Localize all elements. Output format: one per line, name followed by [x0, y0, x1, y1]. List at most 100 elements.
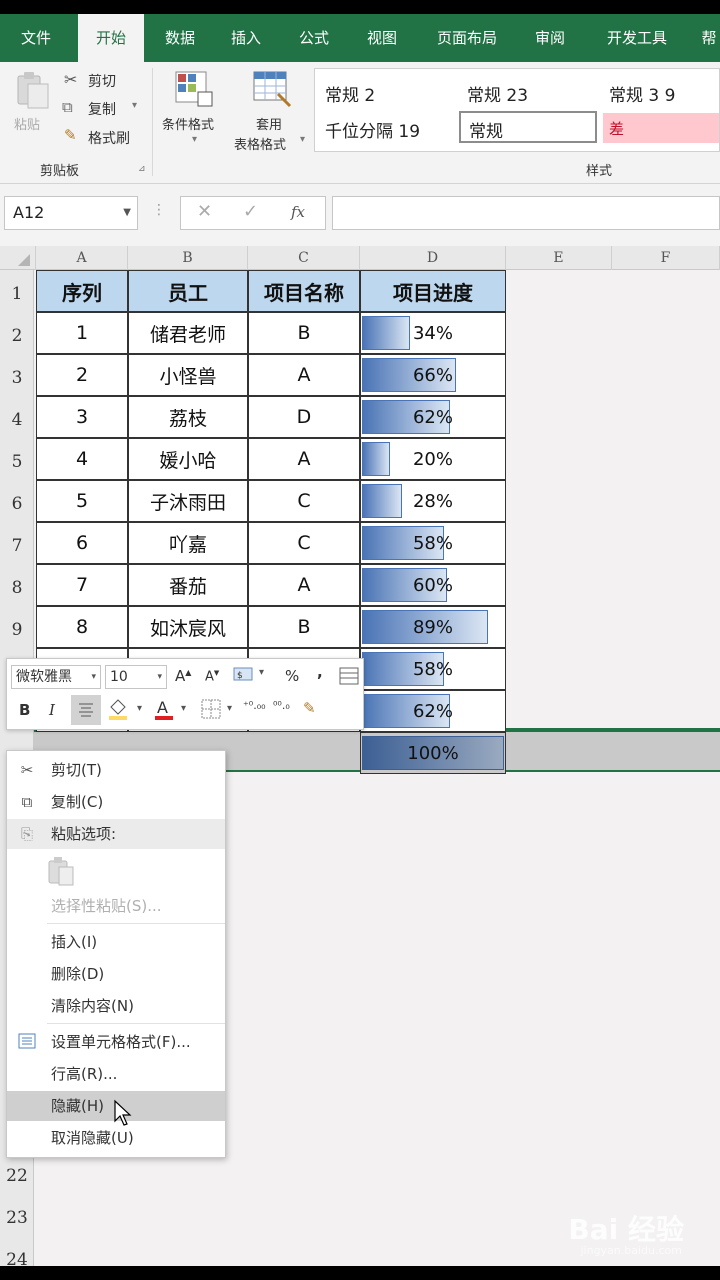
more-options-icon[interactable]: ⋮ — [152, 202, 166, 218]
cell-project[interactable]: B — [248, 606, 360, 648]
increase-decimal-icon[interactable]: ⁺⁰.₀₀ — [243, 699, 266, 712]
chevron-down-icon[interactable]: ▾ — [192, 134, 197, 145]
header-seq[interactable]: 序列 — [36, 270, 128, 312]
cell-progress[interactable]: 60% — [360, 564, 506, 606]
chevron-down-icon[interactable]: ▾ — [137, 703, 142, 714]
menu-item-copy[interactable]: ⧉ 复制(C) — [7, 787, 225, 817]
menu-item-row-height[interactable]: 行高(R)... — [7, 1059, 225, 1089]
cut-icon[interactable]: ✂ — [64, 70, 77, 89]
cell-progress[interactable]: 20% — [360, 438, 506, 480]
tab-review[interactable]: 审阅 — [522, 14, 578, 62]
tab-view[interactable]: 视图 — [354, 14, 410, 62]
conditional-format-icon[interactable] — [174, 68, 214, 108]
cell-seq[interactable]: 8 — [36, 606, 128, 648]
cell-seq[interactable]: 3 — [36, 396, 128, 438]
menu-item-insert[interactable]: 插入(I) — [7, 927, 225, 957]
format-table-icon[interactable] — [339, 667, 359, 689]
cut-button[interactable]: 剪切 — [88, 71, 116, 91]
cell-project[interactable]: A — [248, 438, 360, 480]
cell-progress[interactable]: 58% — [360, 648, 506, 690]
cell-progress[interactable]: 62% — [360, 396, 506, 438]
percent-button[interactable]: % — [285, 667, 299, 685]
menu-item-clear[interactable]: 清除内容(N) — [7, 991, 225, 1021]
chevron-down-icon[interactable]: ▼ — [123, 197, 131, 229]
cell-project[interactable]: B — [248, 312, 360, 354]
cell-total-progress[interactable]: 100% — [360, 732, 506, 774]
style-normal-2[interactable]: 常规 2 — [325, 81, 375, 106]
cell-employee[interactable]: 媛小哈 — [128, 438, 248, 480]
cell-project[interactable]: D — [248, 396, 360, 438]
number-format-icon[interactable]: $ — [233, 665, 257, 689]
style-normal-selected[interactable]: 常规 — [459, 111, 597, 143]
comma-button[interactable]: , — [317, 663, 323, 681]
cell-project[interactable]: C — [248, 480, 360, 522]
row-header[interactable]: 24 — [0, 1250, 34, 1270]
cancel-icon[interactable]: ✕ — [197, 201, 212, 222]
cell-seq[interactable]: 7 — [36, 564, 128, 606]
cell-seq[interactable]: 6 — [36, 522, 128, 564]
cell-seq[interactable]: 2 — [36, 354, 128, 396]
style-comma-19[interactable]: 千位分隔 19 — [325, 117, 420, 142]
menu-item-delete[interactable]: 删除(D) — [7, 959, 225, 989]
menu-item-format-cells[interactable]: 设置单元格格式(F)... — [7, 1027, 225, 1057]
paste-clipboard-icon[interactable] — [47, 855, 77, 889]
cell-employee[interactable]: 荔枝 — [128, 396, 248, 438]
cell-employee[interactable]: 子沐雨田 — [128, 480, 248, 522]
chevron-down-icon[interactable]: ▾ — [181, 703, 186, 714]
chevron-down-icon[interactable]: ▾ — [227, 703, 232, 714]
dialog-launcher-icon[interactable]: ⊿ — [138, 164, 146, 174]
increase-font-icon[interactable]: A▲ — [175, 667, 191, 685]
chevron-down-icon[interactable]: ▾ — [132, 100, 137, 111]
tab-formulas[interactable]: 公式 — [286, 14, 342, 62]
fill-color-icon[interactable] — [107, 697, 129, 725]
tab-page-layout[interactable]: 页面布局 — [422, 14, 512, 62]
header-project[interactable]: 项目名称 — [248, 270, 360, 312]
chevron-down-icon[interactable]: ▾ — [300, 134, 305, 145]
row-header[interactable]: 23 — [0, 1208, 34, 1228]
cell-project[interactable]: A — [248, 564, 360, 606]
tab-file[interactable]: 文件 — [8, 14, 64, 62]
copy-icon[interactable]: ⧉ — [62, 98, 73, 116]
chevron-down-icon[interactable]: ▾ — [259, 667, 264, 678]
fx-icon[interactable]: fx — [291, 203, 305, 221]
format-painter-button[interactable]: 格式刷 — [88, 128, 130, 148]
tab-help[interactable]: 帮 — [694, 14, 720, 62]
menu-item-cut[interactable]: ✂ 剪切(T) — [7, 755, 225, 785]
borders-icon[interactable] — [201, 699, 221, 723]
cell-employee[interactable]: 吖嘉 — [128, 522, 248, 564]
cell-seq[interactable]: 1 — [36, 312, 128, 354]
font-size-select[interactable]: 10 ▾ — [105, 665, 167, 689]
style-bad[interactable]: 差 — [603, 113, 719, 143]
bold-button[interactable]: B — [19, 701, 30, 719]
tab-data[interactable]: 数据 — [152, 14, 208, 62]
italic-button[interactable]: I — [49, 701, 55, 719]
align-center-button[interactable] — [71, 695, 101, 725]
name-box[interactable]: A12 ▼ — [4, 196, 138, 230]
cell-progress[interactable]: 58% — [360, 522, 506, 564]
copy-button[interactable]: 复制 — [88, 99, 116, 119]
cell-progress[interactable]: 62% — [360, 690, 506, 732]
header-employee[interactable]: 员工 — [128, 270, 248, 312]
cell-progress[interactable]: 89% — [360, 606, 506, 648]
cell-project[interactable]: C — [248, 522, 360, 564]
header-progress[interactable]: 项目进度 — [360, 270, 506, 312]
cell-progress[interactable]: 66% — [360, 354, 506, 396]
menu-item-paste-special[interactable]: 选择性粘贴(S)... — [7, 891, 225, 921]
chevron-down-icon[interactable]: ▾ — [157, 666, 162, 688]
format-painter-icon[interactable]: ✎ — [303, 699, 316, 717]
tab-developer[interactable]: 开发工具 — [592, 14, 682, 62]
decrease-decimal-icon[interactable]: ⁰⁰.₀ — [273, 699, 290, 712]
style-normal-3-9[interactable]: 常规 3 9 — [609, 81, 675, 106]
cell-seq[interactable]: 5 — [36, 480, 128, 522]
paste-icon[interactable] — [12, 70, 52, 110]
font-color-icon[interactable]: A — [153, 697, 175, 725]
tab-insert[interactable]: 插入 — [218, 14, 274, 62]
row-header[interactable]: 22 — [0, 1166, 34, 1186]
format-painter-icon[interactable]: ✎ — [64, 126, 77, 144]
table-format-label-1[interactable]: 套用 — [256, 114, 282, 133]
cell-employee[interactable]: 番茄 — [128, 564, 248, 606]
cell-project[interactable]: A — [248, 354, 360, 396]
conditional-format-button[interactable]: 条件格式 — [162, 114, 214, 133]
cell-seq[interactable]: 4 — [36, 438, 128, 480]
cell-employee[interactable]: 小怪兽 — [128, 354, 248, 396]
